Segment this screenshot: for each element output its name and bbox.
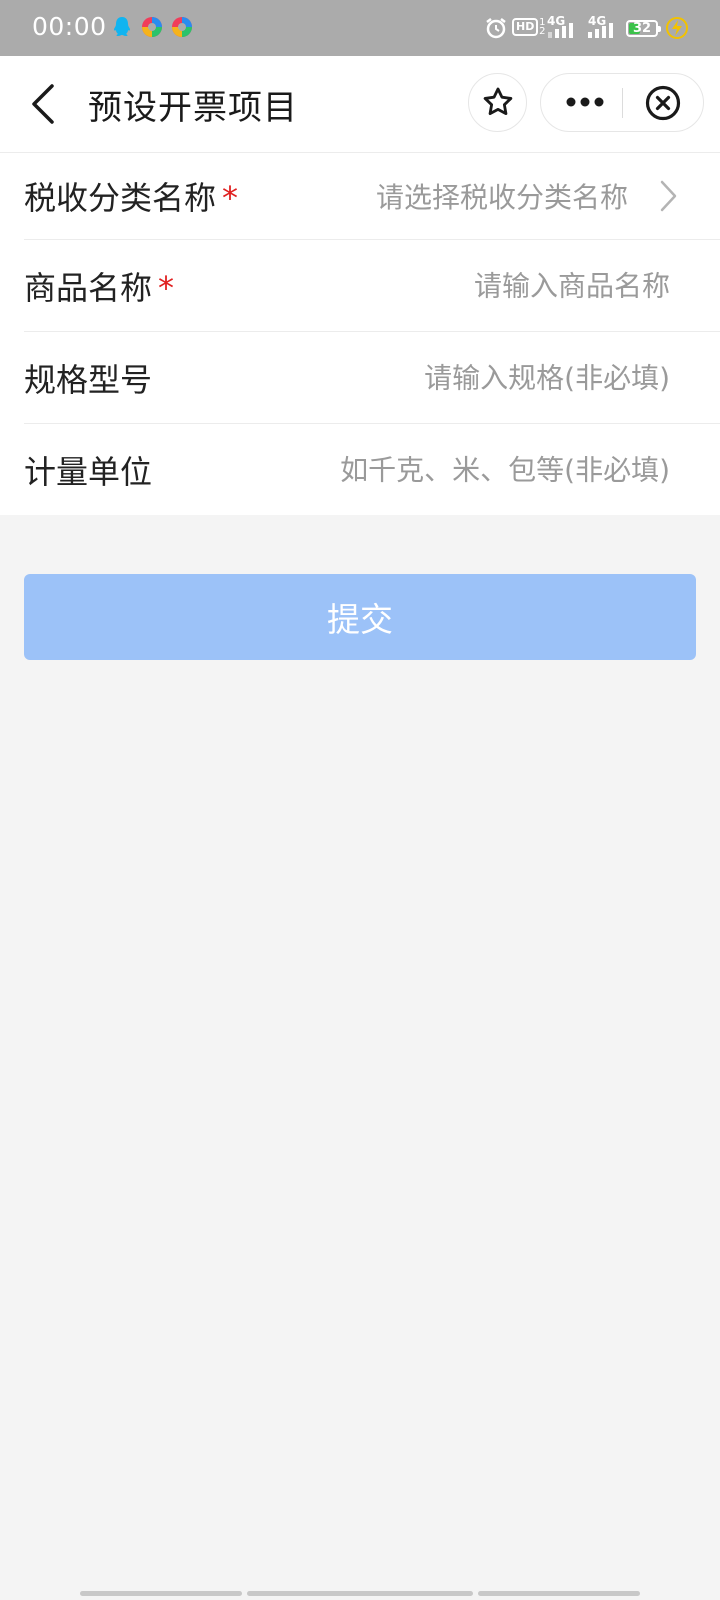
submit-button[interactable]: 提交	[24, 574, 696, 660]
close-circle-icon	[645, 85, 681, 121]
unit-row: 计量单位	[24, 424, 720, 515]
product-name-label: 商品名称 *	[24, 268, 175, 307]
unit-label: 计量单位	[24, 452, 153, 491]
chevron-right-icon	[660, 180, 677, 212]
spec-model-row: 规格型号	[24, 332, 720, 424]
alarm-icon	[486, 18, 506, 39]
unit-input[interactable]	[268, 452, 672, 487]
qq-icon	[114, 17, 130, 36]
spec-model-label: 规格型号	[24, 360, 153, 399]
star-icon	[483, 87, 513, 116]
more-dots-icon	[566, 97, 604, 107]
battery-percent: 32	[632, 21, 652, 36]
close-button[interactable]	[625, 74, 703, 131]
required-mark: *	[222, 179, 239, 217]
capsule-menu	[540, 73, 704, 132]
tax-category-row[interactable]: 税收分类名称 * 请选择税收分类名称	[24, 153, 720, 240]
gesture-bar	[247, 1591, 473, 1596]
product-name-input[interactable]	[268, 268, 672, 303]
tax-category-label: 税收分类名称 *	[24, 179, 239, 217]
battery-icon: 32	[626, 20, 661, 37]
spec-model-input[interactable]	[268, 360, 672, 395]
invoice-item-form: 税收分类名称* 请选择税收分类名称 商品名称* 规格型号 计量单位	[0, 153, 720, 515]
nav-bar: 预设开票项目	[0, 56, 720, 153]
required-mark: *	[158, 268, 175, 307]
signal-icon	[548, 23, 573, 38]
favorite-button[interactable]	[468, 73, 527, 132]
product-name-row: 商品名称 *	[24, 240, 720, 332]
back-arrow-icon[interactable]	[26, 82, 60, 126]
charging-icon	[666, 17, 688, 39]
gesture-bar	[478, 1591, 640, 1596]
status-time: 00:00	[32, 12, 107, 41]
status-bar: 00:00 HD 1 2 4G 4G 32	[0, 0, 720, 56]
app-icon	[142, 17, 162, 37]
more-button[interactable]	[541, 74, 621, 131]
capsule-divider	[622, 88, 623, 118]
page-title: 预设开票项目	[88, 88, 298, 128]
tax-category-select[interactable]: 请选择税收分类名称	[376, 176, 628, 216]
hd-indicator: HD 1 2	[512, 16, 546, 44]
app-icon	[172, 17, 192, 37]
gesture-bar	[80, 1591, 242, 1596]
signal-icon	[588, 23, 613, 38]
